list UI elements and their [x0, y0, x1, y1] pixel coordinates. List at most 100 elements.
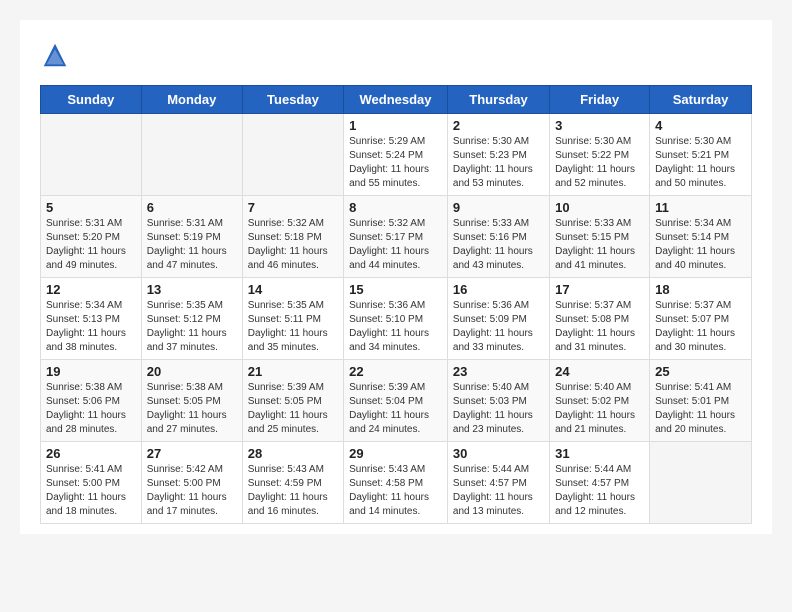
day-info: Sunrise: 5:40 AM Sunset: 5:03 PM Dayligh… — [453, 381, 544, 437]
day-number: 6 — [147, 200, 237, 215]
calendar-week: 12 Sunrise: 5:34 AM Sunset: 5:13 PM Dayli… — [41, 278, 752, 360]
calendar-table: SundayMondayTuesdayWednesdayThursdayFrid… — [40, 85, 752, 524]
day-info: Sunrise: 5:39 AM Sunset: 5:04 PM Dayligh… — [349, 381, 442, 437]
calendar-week: 19Sunrise: 5:38 AM Sunset: 5:06 PM Dayli… — [41, 360, 752, 442]
calendar-week: 26 Sunrise: 5:41 AM Sunset: 5:00 PM Dayli… — [41, 442, 752, 524]
calendar-cell: 28 Sunrise: 5:43 AM Sunset: 4:59 PM Dayli… — [242, 442, 343, 524]
weekday-header: Thursday — [447, 86, 549, 114]
calendar-cell — [650, 442, 752, 524]
day-number: 25 — [655, 364, 746, 379]
page-header — [40, 40, 752, 70]
day-number: 13 — [147, 282, 237, 297]
day-info: Sunrise: 5:37 AM Sunset: 5:07 PM Dayligh… — [655, 299, 746, 355]
day-info: Sunrise: 5:30 AM Sunset: 5:22 PM Dayligh… — [555, 135, 644, 191]
weekday-header: Friday — [550, 86, 650, 114]
day-info: Sunrise: 5:30 AM Sunset: 5:23 PM Dayligh… — [453, 135, 544, 191]
calendar-cell: 8 Sunrise: 5:32 AM Sunset: 5:17 PM Daylig… — [344, 196, 448, 278]
day-number: 21 — [248, 364, 338, 379]
calendar-cell: 12 Sunrise: 5:34 AM Sunset: 5:13 PM Dayli… — [41, 278, 142, 360]
calendar-cell: 11 Sunrise: 5:34 AM Sunset: 5:14 PM Dayli… — [650, 196, 752, 278]
calendar-week: 5 Sunrise: 5:31 AM Sunset: 5:20 PM Daylig… — [41, 196, 752, 278]
day-info: Sunrise: 5:35 AM Sunset: 5:12 PM Dayligh… — [147, 299, 237, 355]
day-number: 12 — [46, 282, 136, 297]
day-info: Sunrise: 5:43 AM Sunset: 4:59 PM Dayligh… — [248, 463, 338, 519]
day-info: Sunrise: 5:30 AM Sunset: 5:21 PM Dayligh… — [655, 135, 746, 191]
calendar-cell: 17Sunrise: 5:37 AM Sunset: 5:08 PM Dayli… — [550, 278, 650, 360]
day-info: Sunrise: 5:31 AM Sunset: 5:19 PM Dayligh… — [147, 217, 237, 273]
logo-icon — [40, 40, 70, 70]
day-info: Sunrise: 5:41 AM Sunset: 5:00 PM Dayligh… — [46, 463, 136, 519]
day-info: Sunrise: 5:44 AM Sunset: 4:57 PM Dayligh… — [453, 463, 544, 519]
weekday-header: Monday — [141, 86, 242, 114]
day-number: 20 — [147, 364, 237, 379]
calendar-header: SundayMondayTuesdayWednesdayThursdayFrid… — [41, 86, 752, 114]
day-number: 10 — [555, 200, 644, 215]
day-number: 31 — [555, 446, 644, 461]
calendar-cell: 21 Sunrise: 5:39 AM Sunset: 5:05 PM Dayli… — [242, 360, 343, 442]
calendar-cell: 20 Sunrise: 5:38 AM Sunset: 5:05 PM Dayli… — [141, 360, 242, 442]
day-number: 22 — [349, 364, 442, 379]
day-number: 7 — [248, 200, 338, 215]
day-number: 9 — [453, 200, 544, 215]
day-info: Sunrise: 5:34 AM Sunset: 5:14 PM Dayligh… — [655, 217, 746, 273]
day-info: Sunrise: 5:42 AM Sunset: 5:00 PM Dayligh… — [147, 463, 237, 519]
day-info: Sunrise: 5:38 AM Sunset: 5:05 PM Dayligh… — [147, 381, 237, 437]
day-number: 11 — [655, 200, 746, 215]
day-info: Sunrise: 5:33 AM Sunset: 5:16 PM Dayligh… — [453, 217, 544, 273]
weekday-header: Wednesday — [344, 86, 448, 114]
day-info: Sunrise: 5:44 AM Sunset: 4:57 PM Dayligh… — [555, 463, 644, 519]
calendar-week: 1Sunrise: 5:29 AM Sunset: 5:24 PM Daylig… — [41, 114, 752, 196]
day-number: 1 — [349, 118, 442, 133]
day-info: Sunrise: 5:35 AM Sunset: 5:11 PM Dayligh… — [248, 299, 338, 355]
day-number: 30 — [453, 446, 544, 461]
day-number: 16 — [453, 282, 544, 297]
calendar-cell — [242, 114, 343, 196]
day-number: 8 — [349, 200, 442, 215]
calendar-cell: 30 Sunrise: 5:44 AM Sunset: 4:57 PM Dayli… — [447, 442, 549, 524]
calendar-cell — [141, 114, 242, 196]
day-number: 3 — [555, 118, 644, 133]
logo — [40, 40, 74, 70]
calendar-cell: 1Sunrise: 5:29 AM Sunset: 5:24 PM Daylig… — [344, 114, 448, 196]
day-number: 27 — [147, 446, 237, 461]
calendar-body: 1Sunrise: 5:29 AM Sunset: 5:24 PM Daylig… — [41, 114, 752, 524]
calendar-cell: 19Sunrise: 5:38 AM Sunset: 5:06 PM Dayli… — [41, 360, 142, 442]
calendar-cell: 15 Sunrise: 5:36 AM Sunset: 5:10 PM Dayli… — [344, 278, 448, 360]
day-number: 15 — [349, 282, 442, 297]
calendar-cell: 10 Sunrise: 5:33 AM Sunset: 5:15 PM Dayli… — [550, 196, 650, 278]
day-number: 18 — [655, 282, 746, 297]
day-number: 19 — [46, 364, 136, 379]
calendar-cell: 16 Sunrise: 5:36 AM Sunset: 5:09 PM Dayli… — [447, 278, 549, 360]
calendar-cell: 23 Sunrise: 5:40 AM Sunset: 5:03 PM Dayli… — [447, 360, 549, 442]
day-info: Sunrise: 5:31 AM Sunset: 5:20 PM Dayligh… — [46, 217, 136, 273]
calendar-container: SundayMondayTuesdayWednesdayThursdayFrid… — [20, 20, 772, 534]
weekday-header: Tuesday — [242, 86, 343, 114]
calendar-cell: 9 Sunrise: 5:33 AM Sunset: 5:16 PM Daylig… — [447, 196, 549, 278]
day-info: Sunrise: 5:36 AM Sunset: 5:10 PM Dayligh… — [349, 299, 442, 355]
day-info: Sunrise: 5:40 AM Sunset: 5:02 PM Dayligh… — [555, 381, 644, 437]
calendar-cell: 4Sunrise: 5:30 AM Sunset: 5:21 PM Daylig… — [650, 114, 752, 196]
day-number: 24 — [555, 364, 644, 379]
day-info: Sunrise: 5:33 AM Sunset: 5:15 PM Dayligh… — [555, 217, 644, 273]
day-number: 23 — [453, 364, 544, 379]
day-info: Sunrise: 5:41 AM Sunset: 5:01 PM Dayligh… — [655, 381, 746, 437]
day-info: Sunrise: 5:36 AM Sunset: 5:09 PM Dayligh… — [453, 299, 544, 355]
calendar-cell: 22 Sunrise: 5:39 AM Sunset: 5:04 PM Dayli… — [344, 360, 448, 442]
weekday-row: SundayMondayTuesdayWednesdayThursdayFrid… — [41, 86, 752, 114]
day-number: 2 — [453, 118, 544, 133]
calendar-cell: 5 Sunrise: 5:31 AM Sunset: 5:20 PM Daylig… — [41, 196, 142, 278]
day-info: Sunrise: 5:32 AM Sunset: 5:17 PM Dayligh… — [349, 217, 442, 273]
day-number: 14 — [248, 282, 338, 297]
calendar-cell: 25 Sunrise: 5:41 AM Sunset: 5:01 PM Dayli… — [650, 360, 752, 442]
calendar-cell: 2 Sunrise: 5:30 AM Sunset: 5:23 PM Daylig… — [447, 114, 549, 196]
calendar-cell: 31 Sunrise: 5:44 AM Sunset: 4:57 PM Dayli… — [550, 442, 650, 524]
day-info: Sunrise: 5:39 AM Sunset: 5:05 PM Dayligh… — [248, 381, 338, 437]
day-info: Sunrise: 5:32 AM Sunset: 5:18 PM Dayligh… — [248, 217, 338, 273]
calendar-cell: 3 Sunrise: 5:30 AM Sunset: 5:22 PM Daylig… — [550, 114, 650, 196]
day-number: 5 — [46, 200, 136, 215]
weekday-header: Saturday — [650, 86, 752, 114]
day-info: Sunrise: 5:34 AM Sunset: 5:13 PM Dayligh… — [46, 299, 136, 355]
day-number: 26 — [46, 446, 136, 461]
day-info: Sunrise: 5:43 AM Sunset: 4:58 PM Dayligh… — [349, 463, 442, 519]
day-number: 28 — [248, 446, 338, 461]
